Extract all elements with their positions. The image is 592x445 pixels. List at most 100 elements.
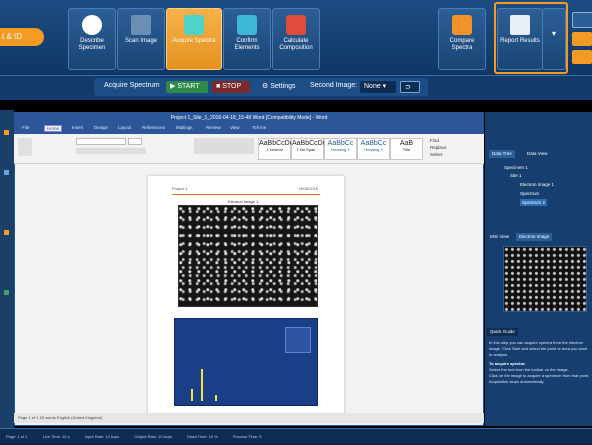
report-results-icon [510,15,530,35]
style-sample: AaBbCc [327,140,354,147]
style-title[interactable]: AaB Title [390,138,423,160]
acquire-spectrum-label: Acquire Spectrum [104,82,160,89]
chevron-down-icon: ▾ [551,29,556,38]
status-live-time: Live Time: 10 s [42,434,70,439]
tool-icon[interactable] [4,230,9,235]
orange-action-button[interactable] [572,32,592,46]
stop-label: STOP [222,83,242,90]
help-text: In this step you can acquire spectra fro… [489,340,588,357]
tool-icon[interactable] [4,130,9,135]
font-name-select[interactable] [76,138,126,145]
style-no-spacing[interactable]: AaBbCcDd 1 No Spac... [291,138,327,160]
report-results-button[interactable]: Report Results [497,8,543,70]
style-name: 1 No Spac... [296,147,319,152]
stop-button[interactable]: ■ STOP [212,81,250,93]
start-label: START [177,83,200,90]
quick-guide-title: Quick Guide [487,328,518,336]
style-sample: AaBbCcDd [259,140,294,147]
quick-guide-text: In this step you can acquire spectra fro… [489,340,590,422]
second-image-select[interactable]: None ▾ [360,81,396,93]
style-sample: AaBbCc [360,140,387,147]
confirm-elements-icon [237,15,257,35]
font-size-select[interactable] [128,138,142,145]
replace-button[interactable]: Replace [430,144,447,151]
style-normal[interactable]: AaBbCcDd 1 Normal [258,138,294,160]
word-tab-layout[interactable]: Layout [118,125,132,130]
link-toggle-button[interactable]: ⊃ [400,81,420,93]
second-image-value: None [364,83,381,90]
confirm-elements-button[interactable]: Confirm Elements [223,8,271,70]
spectrum-legend [285,327,311,353]
spectrum-peak [191,389,193,401]
tree-item-spectrum[interactable]: Spectrum [520,190,539,197]
word-tab-file[interactable]: File [22,125,29,130]
header-rule [172,194,320,195]
acquire-controls: Acquire Spectrum ▶ START ■ STOP ⚙ Settin… [94,78,428,96]
report-results-dropdown[interactable]: ▾ [542,8,566,70]
style-name: Heading 2 [364,147,383,152]
word-ribbon-tabs: File Home Insert Design Layout Reference… [14,124,484,134]
tool-icon[interactable] [4,170,9,175]
tree-item-site[interactable]: Site 1 [510,172,522,179]
calculate-composition-button[interactable]: Calculate Composition [272,8,320,70]
tree-item-electron-image[interactable]: Electron Image 1 [520,181,554,188]
word-tab-mailings[interactable]: Mailings [176,125,193,130]
describe-specimen-label: Describe Specimen [78,38,106,51]
status-process-time: Process Time: 5 [232,434,262,439]
word-tab-insert[interactable]: Insert [72,125,83,130]
status-page: Page: 1 of 1 [6,434,28,439]
status-bar: Page: 1 of 1 Live Time: 10 s Input Rate:… [0,428,592,444]
describe-specimen-button[interactable]: Describe Specimen [68,8,116,70]
style-name: 1 Normal [266,147,283,152]
paste-icon[interactable] [18,138,32,156]
compare-spectra-icon [452,15,472,35]
image-caption: Electron Image 1 [228,199,259,204]
doc-header-right: 13/05/2016 [298,186,319,191]
word-tab-home[interactable]: Home [44,125,63,132]
style-name: Title [402,147,411,152]
word-tab-review[interactable]: Review [206,125,221,130]
tab-data-tree[interactable]: Data Tree [489,150,515,158]
spectrum-peak [201,369,203,401]
acquire-spectra-icon [184,15,204,35]
font-format-buttons[interactable] [76,148,146,154]
calculate-composition-icon [286,15,306,35]
orange-action-button-2[interactable] [572,50,592,64]
spectrum-peak [215,395,217,401]
tab-electron-image[interactable]: Electron Image [516,233,553,241]
second-image-label: Second Image: [310,82,358,89]
window-restore-button[interactable] [572,12,592,28]
spectrum-image [174,318,318,406]
style-sample: AaB [399,140,414,147]
word-tab-design[interactable]: Design [94,125,108,130]
status-output-rate: Output Rate: 10 kcps [134,434,172,439]
settings-button[interactable]: ⚙ Settings [258,81,302,93]
find-button[interactable]: Find [430,137,447,144]
tree-item-spectrum-2[interactable]: Spectrum 2 [520,199,548,206]
word-tell-me[interactable]: Tell me [252,125,266,130]
report-results-label: Report Results [500,38,540,44]
tree-item-specimen[interactable]: Specimen 1 [504,164,528,171]
electron-image [178,205,318,307]
doc-header-left: Project 1 [172,186,188,191]
tab-data-view[interactable]: Data View [524,150,550,158]
style-heading-1[interactable]: AaBbCc Heading 1 [324,138,357,160]
tool-icon[interactable] [4,290,9,295]
select-button[interactable]: Select [430,151,447,158]
word-tab-view[interactable]: View [230,125,240,130]
help-bullet: Acquisition stops automatically. [489,379,545,384]
confirm-elements-label: Confirm Elements [234,38,260,51]
calculate-composition-label: Calculate Composition [279,38,313,51]
style-sample: AaBbCcDd [292,140,327,147]
specimen-id-tab[interactable]: t & ID [0,28,44,46]
compare-spectra-button[interactable]: Compare Spectra [438,8,486,70]
paragraph-buttons[interactable] [194,138,254,154]
word-tab-references[interactable]: References [142,125,165,130]
tab-mini-view[interactable]: Mini View [487,233,512,241]
style-heading-2[interactable]: AaBbCc Heading 2 [357,138,390,160]
info-icon [82,15,102,35]
start-button[interactable]: ▶ START [166,81,208,93]
compare-spectra-label: Compare Spectra [449,38,475,51]
scan-image-button[interactable]: Scan Image [117,8,165,70]
acquire-spectra-button[interactable]: Acquire Spectra [166,8,222,70]
